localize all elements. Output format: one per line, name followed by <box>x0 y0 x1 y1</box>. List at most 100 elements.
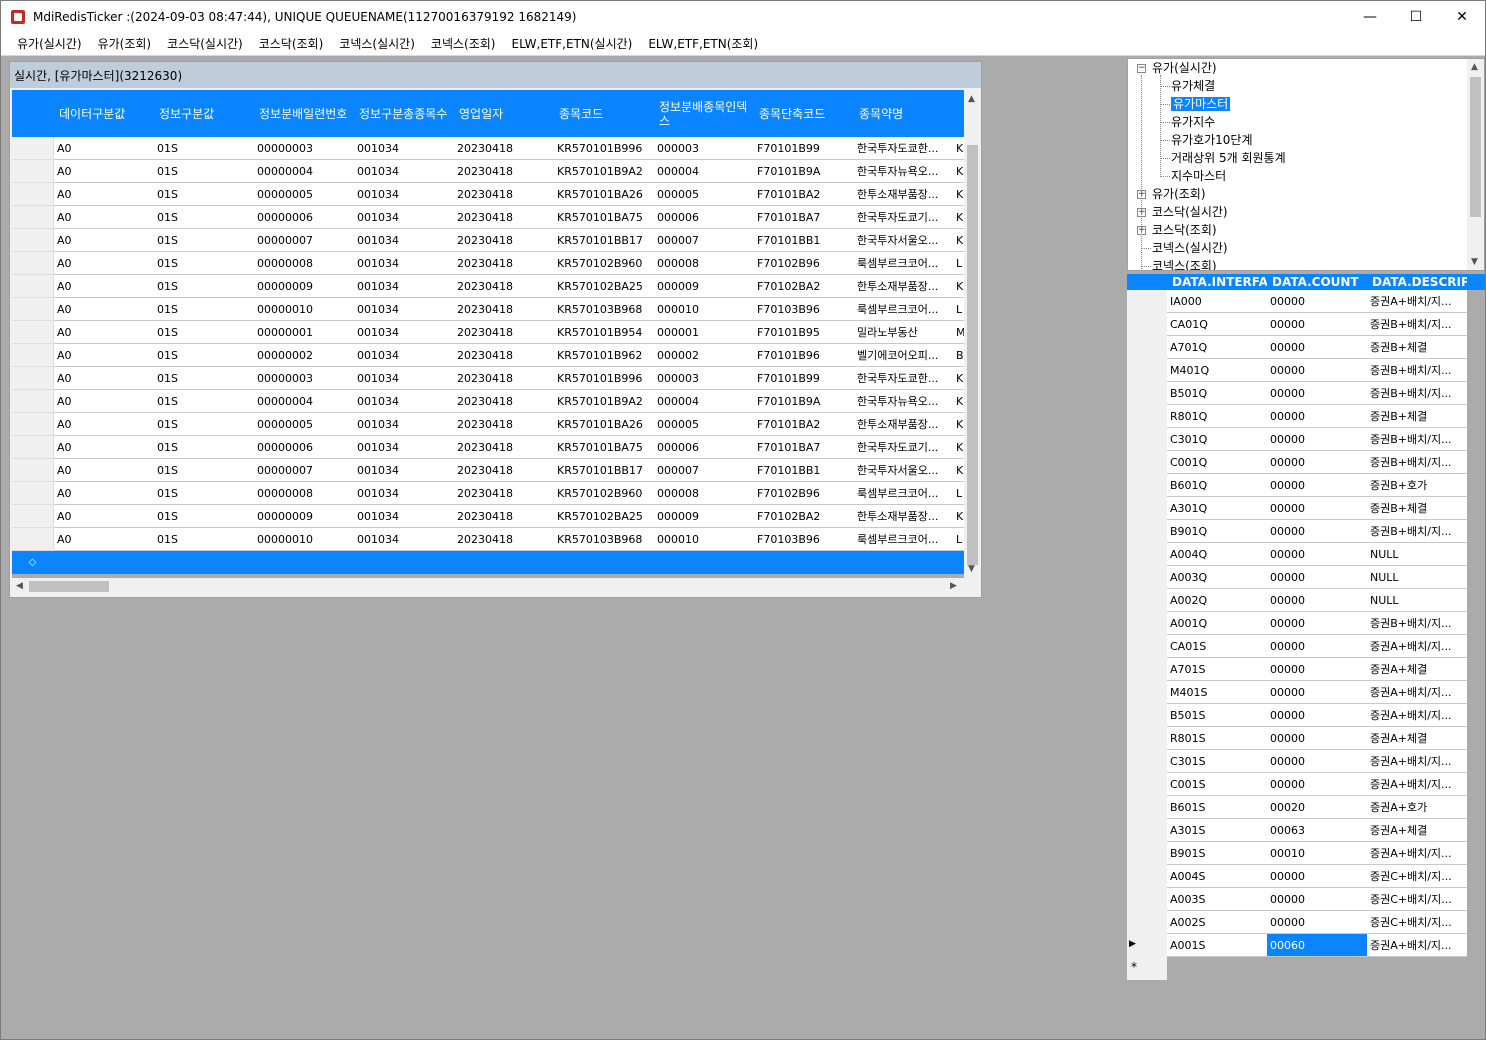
table-cell[interactable]: F70101B9A <box>754 160 854 183</box>
table-cell[interactable]: KR570103B968 <box>554 298 654 321</box>
menu-item-4[interactable]: 코넥스(실시간) <box>331 32 423 56</box>
col-header-5[interactable]: 종목코드 <box>554 90 654 137</box>
row-header[interactable] <box>12 367 54 390</box>
table-cell[interactable]: 000007 <box>654 459 754 482</box>
table-cell[interactable]: A0 <box>54 183 154 206</box>
table-row[interactable]: A0 01S 00000005 001034 20230418 KR570101BA26 0… <box>12 183 964 206</box>
table-row[interactable]: A0 01S 00000004 001034 20230418 KR570101B9A2 0… <box>12 390 964 413</box>
collapse-icon[interactable]: − <box>1137 64 1146 73</box>
table-cell[interactable]: 01S <box>154 482 254 505</box>
table-row[interactable]: A0 01S 00000005 001034 20230418 KR570101BA26 0… <box>12 413 964 436</box>
table-cell[interactable]: 한국투자뉴욕오... <box>854 160 954 183</box>
table-cell[interactable]: 20230418 <box>454 459 554 482</box>
table-cell[interactable]: 00000 <box>1267 727 1367 750</box>
table-cell[interactable]: B601Q <box>1167 474 1267 497</box>
table-cell[interactable]: KR570101B962 <box>554 344 654 367</box>
col-header-7[interactable]: 종목단축코드 <box>754 90 854 137</box>
table-cell[interactable]: 01S <box>154 459 254 482</box>
table-cell[interactable]: 00000 <box>1267 658 1367 681</box>
table-cell[interactable]: F70101B99 <box>754 367 854 390</box>
table-cell[interactable]: 00000 <box>1267 382 1367 405</box>
table-cell[interactable]: 증권B+배치/지... <box>1367 612 1467 635</box>
table-cell[interactable]: 00000010 <box>254 298 354 321</box>
category-tree[interactable]: ▲ ▼ − 유가(실시간) 유가체결 유가마스터 유가지수 유가호가10단계 거래상위 5개… <box>1127 58 1485 271</box>
col-header-1[interactable]: 정보구분값 <box>154 90 254 137</box>
table-cell[interactable]: 001034 <box>354 275 454 298</box>
row-header[interactable] <box>12 482 54 505</box>
table-cell[interactable]: A0 <box>54 229 154 252</box>
table-cell[interactable]: F70101B9A <box>754 390 854 413</box>
table-cell[interactable]: A0 <box>54 252 154 275</box>
table-row[interactable]: A003Q 00000 NULL <box>1127 566 1485 589</box>
table-cell[interactable]: 00000 <box>1267 612 1367 635</box>
row-header[interactable] <box>1127 589 1167 612</box>
table-cell[interactable]: 01S <box>154 206 254 229</box>
table-row[interactable]: IA000 00000 증권A+배치/지... <box>1127 290 1485 313</box>
table-cell[interactable]: K <box>954 367 964 390</box>
table-cell[interactable]: KR570102B960 <box>554 252 654 275</box>
table-cell[interactable]: B501S <box>1167 704 1267 727</box>
table-cell[interactable]: 00000010 <box>254 528 354 551</box>
table-cell[interactable]: 01S <box>154 137 254 160</box>
table-cell[interactable]: A002Q <box>1167 589 1267 612</box>
tree-scroll-up-icon[interactable]: ▲ <box>1471 62 1478 72</box>
table-cell[interactable]: 001034 <box>354 436 454 459</box>
row-header[interactable] <box>12 505 54 528</box>
table-cell[interactable]: 01S <box>154 367 254 390</box>
table-row[interactable]: A0 01S 00000004 001034 20230418 KR570101B9A2 0… <box>12 160 964 183</box>
table-row[interactable]: A0 01S 00000003 001034 20230418 KR570101B996 0… <box>12 367 964 390</box>
table-cell[interactable]: A301S <box>1167 819 1267 842</box>
row-header[interactable] <box>12 413 54 436</box>
table-cell[interactable]: 000004 <box>654 390 754 413</box>
table-cell[interactable]: KR570101B954 <box>554 321 654 344</box>
table-cell[interactable]: K <box>954 436 964 459</box>
table-row[interactable]: B501Q 00000 증권B+배치/지... <box>1127 382 1485 405</box>
row-header[interactable] <box>1127 750 1167 773</box>
table-row[interactable]: A0 01S 00000007 001034 20230418 KR570101BB17 0… <box>12 229 964 252</box>
table-cell[interactable]: 001034 <box>354 344 454 367</box>
row-header[interactable] <box>1127 520 1167 543</box>
tree-node[interactable]: 유가마스터 <box>1171 95 1231 113</box>
table-row[interactable]: C301S 00000 증권A+배치/지... <box>1127 750 1485 773</box>
table-cell[interactable]: 000010 <box>654 528 754 551</box>
table-cell[interactable]: 20230418 <box>454 229 554 252</box>
table-cell[interactable]: A004Q <box>1167 543 1267 566</box>
table-cell[interactable]: 20230418 <box>454 344 554 367</box>
col-header-interface[interactable]: DATA.INTERFACE <box>1167 274 1267 290</box>
table-cell[interactable]: 01S <box>154 275 254 298</box>
table-cell[interactable]: 20230418 <box>454 436 554 459</box>
table-cell[interactable]: 20230418 <box>454 160 554 183</box>
table-cell[interactable]: 20230418 <box>454 367 554 390</box>
table-cell[interactable]: 001034 <box>354 459 454 482</box>
row-header[interactable] <box>1127 635 1167 658</box>
table-cell[interactable]: 한투소재부품장... <box>854 413 954 436</box>
table-cell[interactable]: 01S <box>154 183 254 206</box>
table-cell[interactable]: 한국투자도쿄기... <box>854 436 954 459</box>
table-row[interactable]: A0 01S 00000001 001034 20230418 KR570101B954 0… <box>12 321 964 344</box>
row-header[interactable] <box>12 160 54 183</box>
col-header-description[interactable]: DATA.DESCRIPTI <box>1367 274 1467 290</box>
table-cell[interactable]: 00020 <box>1267 796 1367 819</box>
tree-node[interactable]: 코넥스(조회) <box>1152 257 1217 270</box>
table-cell[interactable]: A0 <box>54 459 154 482</box>
table-cell[interactable]: 증권A+배치/지... <box>1367 635 1467 658</box>
table-cell[interactable]: B501Q <box>1167 382 1267 405</box>
table-row[interactable]: A004Q 00000 NULL <box>1127 543 1485 566</box>
table-cell[interactable]: 00000 <box>1267 681 1367 704</box>
table-row[interactable]: R801Q 00000 증권B+체결 <box>1127 405 1485 428</box>
table-cell[interactable]: F70103B96 <box>754 298 854 321</box>
table-cell[interactable]: 001034 <box>354 321 454 344</box>
table-cell[interactable]: F70101BA7 <box>754 206 854 229</box>
table-cell[interactable]: 00000008 <box>254 252 354 275</box>
horizontal-scroll-thumb[interactable] <box>29 581 109 592</box>
table-cell[interactable]: 000008 <box>654 482 754 505</box>
table-cell[interactable]: 00000 <box>1267 589 1367 612</box>
table-cell[interactable]: L <box>954 528 964 551</box>
row-header[interactable] <box>1127 359 1167 382</box>
table-row[interactable]: A002S 00000 증권C+배치/지... <box>1127 911 1485 934</box>
new-row[interactable]: * <box>1127 957 1485 980</box>
table-cell[interactable]: A0 <box>54 275 154 298</box>
table-cell[interactable]: A0 <box>54 321 154 344</box>
vertical-scroll-thumb[interactable] <box>967 145 978 565</box>
table-row[interactable]: ▶ A001S 00060 증권A+배치/지... <box>1127 934 1485 957</box>
